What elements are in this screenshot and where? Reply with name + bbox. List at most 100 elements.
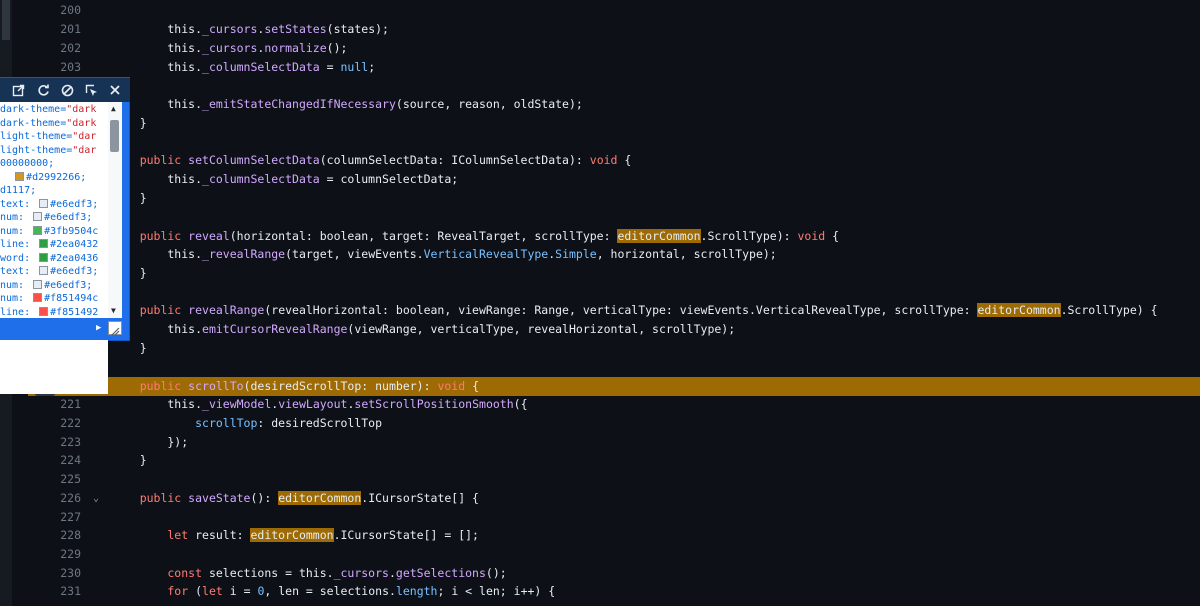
- code-token: .ICursorState[] {: [361, 491, 479, 505]
- code-token: (viewRange, verticalType, revealHorizont…: [347, 322, 736, 336]
- code-text: public setColumnSelectData(columnSelectD…: [112, 151, 632, 170]
- css-variable-row[interactable]: text: #e6edf3;: [0, 198, 108, 212]
- color-swatch[interactable]: [39, 239, 49, 248]
- css-variable-row[interactable]: dark-theme="dark: [0, 103, 108, 117]
- code-line[interactable]: 224 }: [28, 451, 1200, 470]
- close-icon[interactable]: [105, 80, 125, 100]
- css-variable-row[interactable]: light-theme="dar: [0, 130, 108, 144]
- fold-chevron-icon[interactable]: ⌄: [90, 489, 102, 508]
- code-line[interactable]: public revealRange(revealHorizontal: boo…: [28, 301, 1200, 320]
- panel-vertical-scrollbar[interactable]: ▲ ▼: [108, 102, 122, 318]
- code-line[interactable]: 225: [28, 470, 1200, 489]
- code-line[interactable]: 202 this._cursors.normalize();: [28, 39, 1200, 58]
- color-swatch[interactable]: [39, 266, 49, 275]
- code-line[interactable]: this.emitCursorRevealRange(viewRange, ve…: [28, 320, 1200, 339]
- code-token: setStates: [264, 22, 327, 36]
- gutter-scroll-thumb[interactable]: [2, 0, 10, 40]
- code-line[interactable]: 229: [28, 545, 1200, 564]
- scroll-down-arrow-icon[interactable]: ▼: [111, 306, 116, 315]
- color-swatch[interactable]: [33, 212, 43, 221]
- css-variable-row[interactable]: num: #3fb9504c: [0, 225, 108, 239]
- refresh-icon[interactable]: [33, 80, 53, 100]
- color-value: #e6edf3;: [44, 279, 93, 291]
- code-line[interactable]: 219: [28, 358, 1200, 377]
- property-name: num:: [0, 225, 31, 237]
- code-line[interactable]: }: [28, 114, 1200, 133]
- color-inspector-panel: dark-theme="dark dark-theme="dark light-th…: [0, 77, 130, 394]
- code-token: const: [112, 566, 209, 580]
- block-icon[interactable]: [57, 80, 77, 100]
- css-variable-row[interactable]: d1117;: [0, 184, 108, 198]
- code-token: null: [340, 60, 369, 74]
- css-variable-row[interactable]: num: #e6edf3;: [0, 279, 108, 293]
- code-line[interactable]: 226 ⌄ public saveState(): editorCommon.IC…: [28, 489, 1200, 508]
- css-variable-row[interactable]: word: #2ea0436: [0, 252, 108, 266]
- line-number: 229: [60, 547, 81, 561]
- color-swatch[interactable]: [39, 252, 49, 262]
- color-swatch[interactable]: [33, 225, 43, 235]
- code-token: let: [202, 584, 230, 598]
- code-line[interactable]: [28, 77, 1200, 96]
- code-token: , horizontal, scrollType);: [596, 247, 777, 261]
- code-line[interactable]: public setColumnSelectData(columnSelectD…: [28, 151, 1200, 170]
- code-line[interactable]: 227: [28, 508, 1200, 527]
- code-line[interactable]: 231 for (let i = 0, len = selections.len…: [28, 582, 1200, 601]
- code-line[interactable]: [28, 133, 1200, 152]
- code-line[interactable]: 222 scrollTop: desiredScrollTop: [28, 414, 1200, 433]
- resize-handle-icon[interactable]: [108, 321, 122, 336]
- color-swatch[interactable]: [33, 279, 43, 289]
- code-line[interactable]: 203 this._columnSelectData = null;: [28, 58, 1200, 77]
- css-variable-row[interactable]: num: #f851494c: [0, 292, 108, 306]
- color-swatch[interactable]: [39, 306, 49, 316]
- code-line[interactable]: public reveal(horizontal: boolean, targe…: [28, 227, 1200, 246]
- scroll-up-arrow-icon[interactable]: ▲: [111, 104, 116, 113]
- code-line[interactable]: 201 this._cursors.setStates(states);: [28, 20, 1200, 39]
- line-number: 225: [60, 472, 81, 486]
- code-line[interactable]: 218 }: [28, 339, 1200, 358]
- code-line[interactable]: 220•••⌄ public scrollTo(desiredScrollTop…: [28, 377, 1200, 396]
- search-highlight: editorCommon: [250, 528, 334, 542]
- css-variable-list[interactable]: dark-theme="dark dark-theme="dark light-th…: [0, 102, 108, 394]
- code-token: ();: [326, 41, 348, 55]
- property-name: line:: [0, 306, 37, 318]
- line-number: 203: [60, 60, 81, 74]
- css-variable-row[interactable]: text: #e6edf3;: [0, 265, 108, 279]
- code-line[interactable]: this._revealRange(target, viewEvents.Ver…: [28, 245, 1200, 264]
- property-name: word:: [0, 252, 37, 264]
- code-editor[interactable]: 200 201 this._cursors.setStates(states); 2…: [28, 0, 1200, 606]
- code-text: this._columnSelectData = null;: [112, 58, 375, 77]
- code-line[interactable]: 221 this._viewModel.viewLayout.setScroll…: [28, 395, 1200, 414]
- code-line[interactable]: [28, 208, 1200, 227]
- color-value: #f851492: [50, 306, 99, 318]
- code-text: this._columnSelectData = columnSelectDat…: [112, 170, 458, 189]
- code-token: _revealRange: [202, 247, 286, 261]
- code-token: _cursors: [202, 41, 258, 55]
- code-token: normalize: [264, 41, 327, 55]
- code-line[interactable]: 223 });: [28, 433, 1200, 452]
- external-link-icon[interactable]: [8, 80, 28, 100]
- css-variable-row[interactable]: light-theme="dar: [0, 144, 108, 158]
- code-token: .ICursorState[] = [];: [333, 528, 479, 542]
- code-line[interactable]: [28, 283, 1200, 302]
- css-variable-row[interactable]: num: #e6edf3;: [0, 211, 108, 225]
- color-swatch[interactable]: [33, 293, 43, 302]
- css-variable-row[interactable]: #d2992266;: [0, 171, 108, 185]
- css-variable-row[interactable]: dark-theme="dark: [0, 117, 108, 131]
- code-line[interactable]: 228 let result: editorCommon.ICursorStat…: [28, 526, 1200, 545]
- code-token: : desiredScrollTop: [257, 416, 383, 430]
- code-line[interactable]: this._columnSelectData = columnSelectDat…: [28, 170, 1200, 189]
- css-variable-row[interactable]: 00000000;: [0, 157, 108, 171]
- css-variable-row[interactable]: line: #2ea0432: [0, 238, 108, 252]
- expand-arrow-icon[interactable]: ▶: [96, 323, 101, 333]
- color-swatch[interactable]: [39, 198, 49, 208]
- code-line[interactable]: }: [28, 264, 1200, 283]
- code-line[interactable]: this._emitStateChangedIfNecessary(source…: [28, 95, 1200, 114]
- scroll-thumb[interactable]: [110, 120, 119, 152]
- code-token: ;: [368, 60, 376, 74]
- color-swatch[interactable]: [15, 171, 25, 181]
- code-line[interactable]: 230 const selections = this._cursors.get…: [28, 564, 1200, 583]
- css-variable-row[interactable]: line: #f851492: [0, 306, 108, 320]
- code-line[interactable]: 200: [28, 1, 1200, 20]
- code-line[interactable]: }: [28, 189, 1200, 208]
- select-element-icon[interactable]: [81, 80, 101, 100]
